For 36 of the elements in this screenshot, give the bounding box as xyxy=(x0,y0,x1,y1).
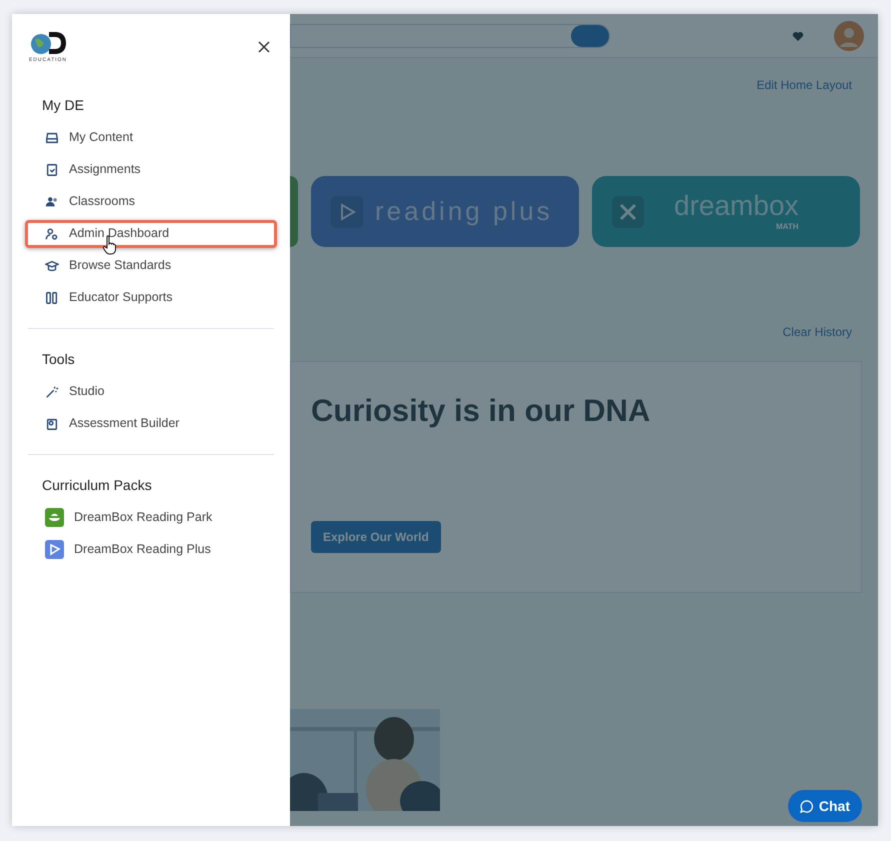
close-button[interactable] xyxy=(258,40,272,54)
menu-item[interactable]: Classrooms xyxy=(25,188,277,216)
globe-logo-icon xyxy=(29,30,67,56)
graduation-cap-icon xyxy=(45,258,59,272)
checklist-icon xyxy=(45,416,59,430)
menu-item[interactable]: Assessment Builder xyxy=(25,410,277,438)
menu-item[interactable]: Assignments xyxy=(25,156,277,184)
promo-title: Curiosity is in our DNA xyxy=(311,392,652,430)
search-button[interactable] xyxy=(571,24,609,46)
search-field[interactable] xyxy=(290,24,610,48)
section-heading: Tools xyxy=(41,350,76,368)
product-subtitle: MATH xyxy=(776,220,799,232)
menu-item[interactable]: Studio xyxy=(25,378,277,406)
chat-button[interactable]: Chat xyxy=(788,790,862,822)
section-heading: Curriculum Packs xyxy=(41,476,153,494)
reading-app-icon xyxy=(45,540,64,559)
park-app-icon xyxy=(45,508,64,527)
menu-item[interactable]: DreamBox Reading Plus xyxy=(25,536,277,564)
people-icon xyxy=(45,194,59,208)
books-icon xyxy=(45,290,59,304)
product-card[interactable] xyxy=(290,176,298,247)
heart-icon[interactable] xyxy=(792,30,804,42)
menu-item[interactable]: My Content xyxy=(25,124,277,152)
section-heading: My DE xyxy=(41,96,85,115)
play-icon xyxy=(331,196,363,228)
close-icon xyxy=(258,41,270,53)
avatar[interactable] xyxy=(834,20,864,50)
product-name: dreambox xyxy=(674,190,799,220)
menu-item[interactable]: Browse Standards xyxy=(25,252,277,280)
clipboard-icon xyxy=(45,162,59,176)
chat-bubble-icon xyxy=(800,800,813,812)
user-gear-icon xyxy=(45,226,59,240)
tray-icon xyxy=(45,130,59,144)
magic-wand-icon xyxy=(45,384,59,398)
menu-item[interactable]: DreamBox Reading Park xyxy=(25,504,277,532)
menu-item[interactable]: Educator Supports xyxy=(25,284,277,312)
